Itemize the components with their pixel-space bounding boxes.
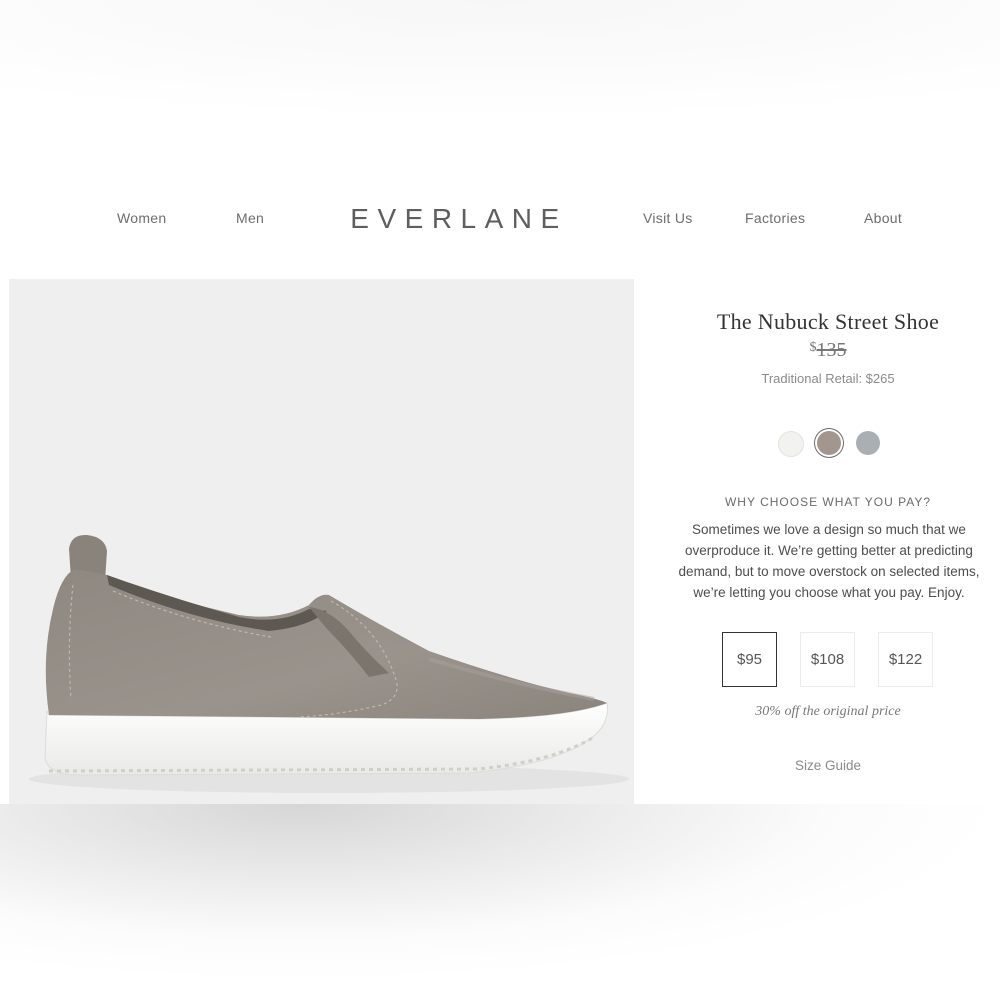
original-price-amount: 135 [816, 339, 847, 361]
everlane-logo[interactable]: EVERLANE [336, 202, 582, 236]
swatch-cream[interactable] [778, 431, 804, 457]
price-option-108[interactable]: $108 [800, 632, 855, 687]
nav-about[interactable]: About [864, 210, 902, 226]
product-details: The Nubuck Street Shoe $135 Traditional … [660, 279, 1000, 819]
bottom-fade-backdrop [0, 804, 1000, 1000]
swatch-taupe[interactable] [817, 431, 841, 455]
price-option-122[interactable]: $122 [878, 632, 933, 687]
nav-factories[interactable]: Factories [745, 210, 805, 226]
price-option-95[interactable]: $95 [722, 632, 777, 687]
nav-men[interactable]: Men [236, 210, 264, 226]
why-choose-heading: WHY CHOOSE WHAT YOU PAY? [724, 495, 932, 509]
original-price: $135 [660, 339, 996, 362]
currency-symbol: $ [809, 340, 817, 355]
size-guide-link[interactable]: Size Guide [660, 758, 996, 773]
why-choose-text: Sometimes we love a design so much that … [678, 522, 980, 600]
nav-women[interactable]: Women [117, 210, 166, 226]
color-swatches [776, 428, 886, 458]
product-title: The Nubuck Street Shoe [716, 309, 940, 334]
product-image-panel [9, 279, 634, 804]
shoe-image [29, 534, 629, 793]
swatch-grey[interactable] [856, 431, 880, 455]
nav-visit-us[interactable]: Visit Us [643, 210, 693, 226]
discount-note: 30% off the original price [755, 704, 901, 719]
top-fade-backdrop [0, 0, 1000, 196]
traditional-retail-price: Traditional Retail: $265 [761, 371, 895, 386]
